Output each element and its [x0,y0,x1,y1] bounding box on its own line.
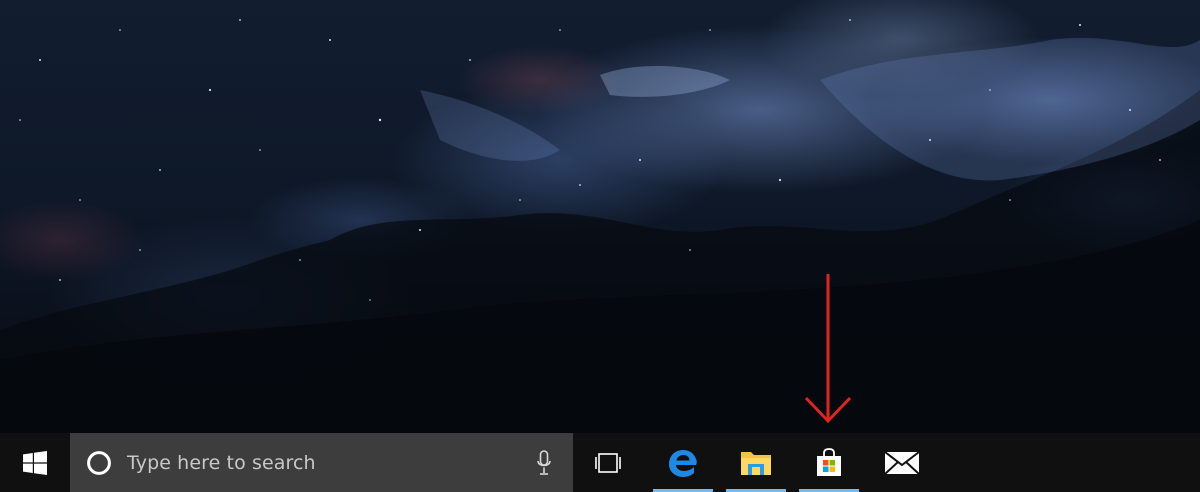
edge-icon [669,449,697,477]
search-placeholder[interactable]: Type here to search [127,452,316,474]
start-button[interactable] [0,433,70,492]
task-view-icon [595,452,621,473]
search-box[interactable]: Type here to search [70,433,573,492]
nebula-artwork [0,19,1200,433]
taskbar: Type here to search [0,433,1200,492]
desktop-wallpaper [0,0,1200,433]
taskbar-app-store[interactable] [799,433,859,492]
taskbar-app-edge[interactable] [653,433,713,492]
mail-icon [884,450,920,475]
microphone-icon[interactable] [537,450,551,480]
folder-icon [741,451,771,475]
windows-logo-icon [23,450,47,475]
taskbar-app-file-explorer[interactable] [726,433,786,492]
task-view-button[interactable] [573,433,643,492]
taskbar-app-mail[interactable] [872,433,932,492]
store-icon [817,447,841,476]
cortana-icon[interactable] [86,450,112,476]
